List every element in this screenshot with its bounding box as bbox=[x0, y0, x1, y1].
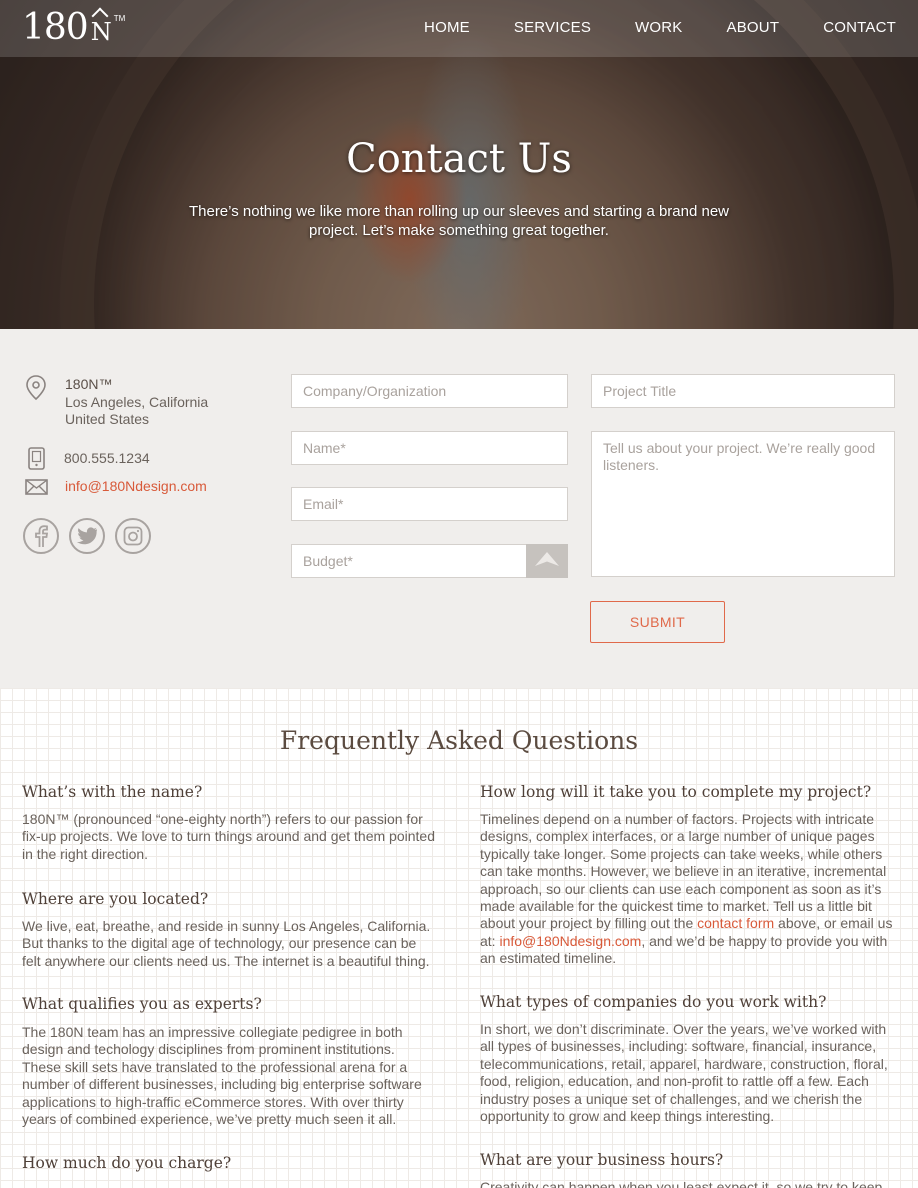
faq-answer: 180N™ (pronounced “one-eighty north”) re… bbox=[22, 811, 435, 862]
facebook-icon[interactable] bbox=[23, 518, 59, 554]
main-nav: HOME SERVICES WORK ABOUT CONTACT bbox=[380, 19, 896, 36]
instagram-icon[interactable] bbox=[115, 518, 151, 554]
nav-contact[interactable]: CONTACT bbox=[823, 19, 896, 36]
faq-email-link[interactable]: info@180Ndesign.com bbox=[499, 933, 641, 949]
contact-form-link[interactable]: contact form bbox=[697, 915, 774, 931]
faq-answer: Creativity can happen when you least exp… bbox=[480, 1179, 883, 1188]
twitter-icon[interactable] bbox=[69, 518, 105, 554]
faq-answer-text: Timelines depend on a number of factors.… bbox=[480, 811, 887, 932]
budget-select[interactable]: Budget* bbox=[291, 544, 527, 578]
phone-number[interactable]: 800.555.1234 bbox=[64, 450, 150, 468]
hero-subtitle: There’s nothing we like more than rollin… bbox=[188, 203, 730, 239]
faq-question: How much do you charge? bbox=[22, 1154, 232, 1172]
company-name: 180N™ bbox=[65, 376, 113, 392]
faq-answer: In short, we don’t discriminate. Over th… bbox=[480, 1021, 888, 1125]
address-city: Los Angeles, California bbox=[65, 393, 209, 410]
nav-work[interactable]: WORK bbox=[635, 19, 682, 36]
faq-question: What qualifies you as experts? bbox=[22, 995, 262, 1013]
faq-question: Where are you located? bbox=[22, 890, 209, 908]
faq-answer: We live, eat, breathe, and reside in sun… bbox=[22, 918, 431, 969]
logo-number: 180 bbox=[22, 7, 89, 48]
logo[interactable]: 180 N TM bbox=[22, 10, 125, 46]
submit-button[interactable]: SUBMIT bbox=[590, 601, 725, 643]
logo-letter: N bbox=[90, 18, 112, 46]
email-link[interactable]: info@180Ndesign.com bbox=[65, 478, 207, 494]
faq-answer: The 180N team has an impressive collegia… bbox=[22, 1024, 422, 1128]
company-input[interactable]: Company/Organization bbox=[291, 374, 568, 408]
project-description-textarea[interactable]: Tell us about your project. We’re really… bbox=[591, 431, 895, 577]
contact-section: 180N™ Los Angeles, California United Sta… bbox=[0, 329, 918, 688]
faq-answer: Timelines depend on a number of factors.… bbox=[480, 811, 895, 968]
faq-question: What’s with the name? bbox=[22, 783, 203, 801]
email-input[interactable]: Email* bbox=[291, 487, 568, 521]
mail-icon bbox=[25, 479, 48, 500]
address-country: United States bbox=[65, 411, 150, 427]
nav-services[interactable]: SERVICES bbox=[514, 19, 591, 36]
project-title-input[interactable]: Project Title bbox=[591, 374, 895, 408]
faq-section: Frequently Asked Questions What’s with t… bbox=[0, 688, 918, 1188]
logo-trademark: TM bbox=[113, 14, 126, 23]
hero-banner: 180 N TM HOME SERVICES WORK ABOUT CONTAC… bbox=[0, 0, 918, 329]
chevron-up-icon bbox=[534, 551, 560, 572]
nav-home[interactable]: HOME bbox=[424, 19, 470, 36]
phone-icon bbox=[28, 447, 45, 475]
faq-question: What are your business hours? bbox=[480, 1151, 724, 1169]
nav-about[interactable]: ABOUT bbox=[727, 19, 780, 36]
page-title: Contact Us bbox=[346, 136, 572, 182]
faq-question: How long will it take you to complete my… bbox=[480, 783, 872, 801]
name-input[interactable]: Name* bbox=[291, 431, 568, 465]
faq-title: Frequently Asked Questions bbox=[279, 726, 639, 755]
address-block: 180N™ Los Angeles, California United Sta… bbox=[65, 376, 208, 429]
budget-dropdown-button[interactable] bbox=[526, 544, 568, 578]
map-pin-icon bbox=[25, 375, 47, 406]
top-navbar: 180 N TM HOME SERVICES WORK ABOUT CONTAC… bbox=[0, 0, 918, 57]
faq-question: What types of companies do you work with… bbox=[480, 993, 827, 1011]
